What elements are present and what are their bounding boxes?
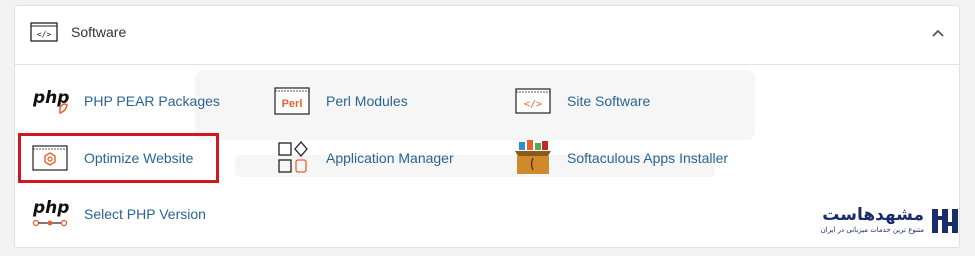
perl-modules-item[interactable]: Perl Perl Modules bbox=[272, 83, 408, 119]
item-label[interactable]: Softaculous Apps Installer bbox=[567, 150, 728, 166]
item-label[interactable]: Site Software bbox=[567, 93, 650, 109]
perl-logo-text: Perl bbox=[282, 98, 303, 110]
item-label[interactable]: PHP PEAR Packages bbox=[84, 93, 220, 109]
php-logo-text: php bbox=[32, 88, 69, 108]
brand-mark-icon bbox=[932, 209, 958, 233]
section-title: Software bbox=[71, 24, 127, 40]
application-manager-item[interactable]: Application Manager bbox=[272, 140, 454, 176]
panel-header[interactable]: </> Software bbox=[15, 6, 959, 65]
code-brackets-icon: </> bbox=[30, 22, 58, 42]
brand-name: مشهدهاست bbox=[822, 205, 924, 225]
brand-watermark: مشهدهاست متنوع ترین خدمات میزبانی در ایر… bbox=[820, 205, 960, 239]
app-grid-icon bbox=[272, 140, 312, 176]
svg-text:</>: </> bbox=[37, 30, 52, 39]
highlight-box bbox=[18, 133, 219, 183]
chevron-up-icon[interactable] bbox=[931, 28, 945, 38]
php-logo-text: php bbox=[32, 198, 69, 218]
site-software-item[interactable]: </> Site Software bbox=[513, 83, 650, 119]
brand-tagline: متنوع ترین خدمات میزبانی در ایران bbox=[820, 226, 924, 234]
item-label[interactable]: Perl Modules bbox=[326, 93, 408, 109]
item-label[interactable]: Application Manager bbox=[326, 150, 454, 166]
php-pear-packages-item[interactable]: php PHP PEAR Packages bbox=[30, 83, 220, 119]
select-php-version-item[interactable]: php Select PHP Version bbox=[30, 196, 206, 232]
svg-text:</>: </> bbox=[524, 99, 542, 110]
softaculous-apps-installer-item[interactable]: Softaculous Apps Installer bbox=[513, 140, 728, 176]
item-label[interactable]: Select PHP Version bbox=[84, 206, 206, 222]
php-pear-icon: php bbox=[30, 83, 70, 119]
code-brackets-icon: </> bbox=[513, 83, 553, 119]
perl-icon: Perl bbox=[272, 83, 312, 119]
php-version-icon: php bbox=[30, 196, 70, 232]
softaculous-box-icon bbox=[513, 140, 553, 176]
